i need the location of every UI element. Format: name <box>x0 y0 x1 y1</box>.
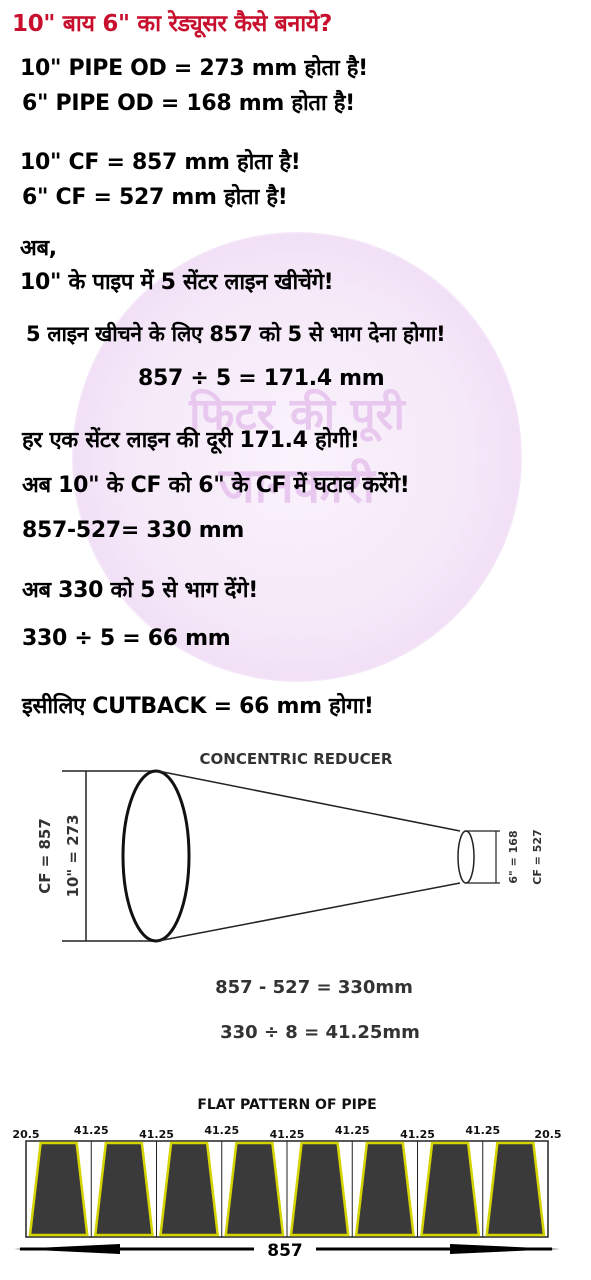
flat-pattern-segment <box>420 1141 481 1237</box>
divide-857-line: 5 लाइन खीचने के लिए 857 को 5 से भाग देना… <box>26 322 446 346</box>
flat-pattern-label: 41.25 <box>335 1124 370 1137</box>
od10-line: 10" PIPE OD = 273 mm होता है! <box>20 56 368 81</box>
page-title: 10" बाय 6" का रेड्यूसर कैसे बनाये? <box>12 11 332 37</box>
flat-pattern-segment <box>159 1141 220 1237</box>
total-arrow-right-head <box>450 1244 560 1254</box>
distance-line: हर एक सेंटर लाइन की दूरी 171.4 होगी! <box>22 428 360 453</box>
calc-330-line: 857-527= 330 mm <box>22 518 244 543</box>
ab-line: अब, <box>20 236 57 261</box>
flat-pattern-label: 20.5 <box>12 1128 39 1141</box>
cf10-line: 10" CF = 857 mm होता है! <box>20 150 301 175</box>
subtract-cf-line: अब 10" के CF को 6" के CF में घटाव करेंगे… <box>22 473 410 498</box>
calc-171-line: 857 ÷ 5 = 171.4 mm <box>138 366 385 391</box>
watermark-circle: फिटर की पूरी जानकारी <box>72 232 522 682</box>
flat-pattern-label: 41.25 <box>270 1128 305 1141</box>
flat-pattern-segment <box>28 1141 89 1237</box>
draw-lines-line: 10" के पाइप में 5 सेंटर लाइन खीचेंगे! <box>20 270 334 295</box>
flat-pattern-label: 20.5 <box>534 1128 561 1141</box>
flat-pattern-label: 41.25 <box>400 1128 435 1141</box>
reducer-bottom-edge <box>157 882 461 942</box>
reducer-equation-2: 330 ÷ 8 = 41.25mm <box>220 1022 420 1043</box>
flat-pattern-segment <box>93 1141 154 1237</box>
od-small-label: 6" = 168 <box>507 830 520 883</box>
cf-large-label: CF = 857 <box>36 818 54 894</box>
flat-pattern-label: 41.25 <box>204 1124 239 1137</box>
flat-pattern-segment <box>289 1141 350 1237</box>
flat-pattern-segment <box>485 1141 546 1237</box>
concentric-reducer-diagram: CONCENTRIC REDUCER CF = 857 10" = 273 6"… <box>36 750 544 1043</box>
flat-pattern-top-labels: 20.5 41.25 41.25 41.25 41.25 41.25 41.25 41.25 2… <box>12 1124 561 1141</box>
flat-pattern-total: 857 <box>267 1241 303 1261</box>
reducer-top-edge <box>157 770 461 832</box>
flat-pattern-diagram: FLAT PATTERN OF PIPE 20.5 41.25 41.25 41.25… <box>12 1097 561 1261</box>
flat-pattern-label: 41.25 <box>139 1128 174 1141</box>
reducer-small-end <box>457 830 475 884</box>
cf6-line: 6" CF = 527 mm होता है! <box>22 185 288 210</box>
od-large-label: 10" = 273 <box>64 814 82 897</box>
flat-pattern-label: 41.25 <box>74 1124 109 1137</box>
flat-pattern-label: 41.25 <box>465 1124 500 1137</box>
flat-pattern-title: FLAT PATTERN OF PIPE <box>197 1097 376 1113</box>
reducer-large-end <box>121 769 191 943</box>
divide-330-line: अब 330 को 5 से भाग देंगे! <box>22 578 258 603</box>
cf-small-label: CF = 527 <box>531 829 544 884</box>
total-arrow-left-head <box>14 1244 120 1254</box>
reducer-equation-1: 857 - 527 = 330mm <box>215 977 413 998</box>
calc-66-line: 330 ÷ 5 = 66 mm <box>22 626 231 651</box>
flat-pattern-segments <box>28 1141 546 1237</box>
flat-pattern-segment <box>354 1141 415 1237</box>
od6-line: 6" PIPE OD = 168 mm होता है! <box>22 91 355 116</box>
cutback-line: इसीलिए CUTBACK = 66 mm होगा! <box>22 694 374 719</box>
reducer-title: CONCENTRIC REDUCER <box>200 750 393 768</box>
flat-pattern-segment <box>224 1141 285 1237</box>
